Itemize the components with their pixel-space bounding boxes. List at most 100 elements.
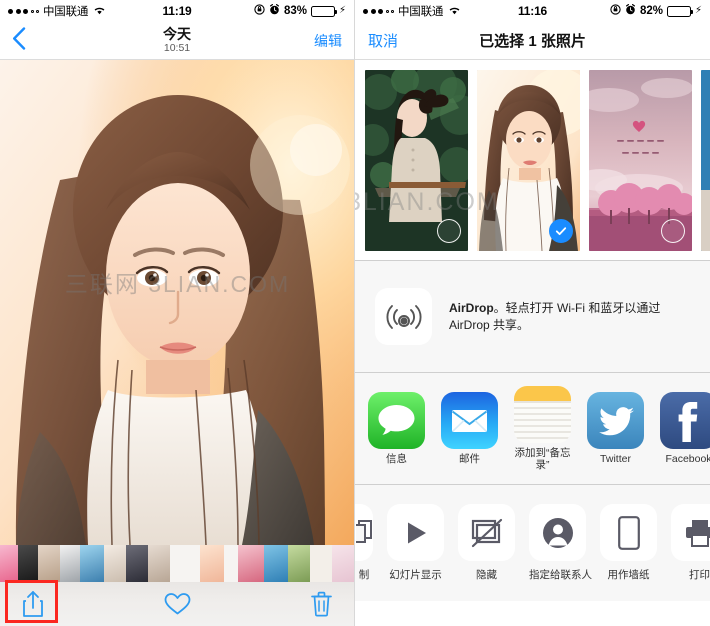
dual-phone-screenshot: 中国联通 11:19 83% ⚡ 今天 10:51 编辑 三联网 3LIAN.C… [0,0,710,626]
right-status-bar: 中国联通 11:16 82% ⚡ [355,0,710,22]
page-title: 今天 [163,26,191,43]
share-sheet-nav-bar: 取消 已选择 1 张照片 [355,22,710,60]
share-target-label: 信息 [386,452,407,465]
alarm-clock-icon [269,3,280,18]
status-bar-right: 83% ⚡ [254,3,346,18]
action-label: 指定给联系人 [529,569,592,581]
share-sheet-title: 已选择 1 张照片 [479,33,586,50]
battery-percent-label: 82% [639,5,663,17]
carrier-name: 中国联通 [43,6,89,18]
photo-filmstrip[interactable] [0,545,354,582]
main-photo-viewer[interactable]: 三联网 3LIAN.COM [0,60,354,545]
printer-icon [671,504,710,561]
filmstrip-thumb [104,545,126,582]
alarm-clock-icon [625,3,636,18]
carrier-name: 中国联通 [398,6,444,18]
selected-photos-strip[interactable]: 3LIAN.COM [355,60,710,261]
notes-icon [514,385,571,443]
filmstrip-thumb [148,545,170,582]
thumb-artwork-partial [701,69,710,251]
lightning-bolt-icon: ⚡ [694,5,702,16]
twitter-icon [587,391,644,449]
action-slideshow[interactable]: 幻灯片显示 [387,504,444,582]
share-target-twitter[interactable]: Twitter [587,391,644,466]
selection-checkmark-selected[interactable] [549,218,573,243]
photo-thumbnail-partial[interactable] [701,69,710,251]
wifi-icon [448,5,461,18]
filmstrip-thumb [60,545,80,582]
filmstrip-thumb [310,545,332,582]
status-bar-right: 82% ⚡ [610,3,702,18]
filmstrip-thumb [18,545,38,582]
selection-circle-unselected[interactable] [661,218,685,243]
trash-icon[interactable] [311,591,332,617]
action-assign-contact[interactable]: 指定给联系人 [529,504,592,582]
left-phone-panel: 中国联通 11:19 83% ⚡ 今天 10:51 编辑 三联网 3LIAN.C… [0,0,355,626]
share-upload-icon[interactable] [22,590,44,618]
photo-toolbar [0,582,354,626]
edit-button[interactable]: 编辑 [314,31,342,51]
action-print[interactable]: 打印 [671,504,710,582]
selection-circle-unselected[interactable] [437,218,461,243]
filmstrip-thumb [170,545,200,582]
hide-slash-icon [458,504,515,561]
filmstrip-thumb [288,545,310,582]
photo-thumbnail[interactable] [589,69,692,251]
slideshow-play-icon [387,504,444,561]
share-target-facebook[interactable]: Facebook [660,391,710,466]
left-status-bar: 中国联通 11:19 83% ⚡ [0,0,354,22]
photo-thumbnail[interactable] [477,69,580,251]
cancel-button[interactable]: 取消 [368,30,398,51]
filmstrip-thumb [224,545,238,582]
status-bar-left: 中国联通 [8,3,106,19]
airdrop-description: AirDrop。轻点打开 Wi-Fi 和蓝牙以通过 AirDrop 共享。 [449,300,690,332]
facebook-icon [660,391,710,449]
signal-strength-dots [8,8,39,14]
battery-icon [310,5,338,17]
filmstrip-thumb [38,545,60,582]
rotation-lock-icon [254,4,265,18]
lightning-bolt-icon: ⚡ [338,5,346,16]
battery-icon [666,5,694,17]
action-copy[interactable]: 制 [355,504,373,582]
rotation-lock-icon [610,4,621,18]
share-target-messages[interactable]: 信息 [368,391,425,466]
copy-icon [355,504,373,561]
action-label: 幻灯片显示 [389,569,442,581]
filmstrip-thumb [126,545,148,582]
share-app-row[interactable]: 信息 邮件 添加到“备忘录” Twitter Facebook [355,373,710,485]
nav-title-block: 今天 10:51 [0,26,354,55]
heart-icon[interactable] [164,592,191,616]
page-subtitle: 10:51 [163,42,191,55]
action-label: 用作墙纸 [607,569,650,581]
share-target-label: Facebook [665,452,710,465]
filmstrip-thumb [200,545,224,582]
share-target-label: Twitter [600,452,631,465]
action-label: 隐藏 [476,569,497,581]
filmstrip-thumb [80,545,104,582]
airdrop-section[interactable]: AirDrop。轻点打开 Wi-Fi 和蓝牙以通过 AirDrop 共享。 [355,261,710,373]
share-target-label: 邮件 [459,452,480,465]
airdrop-icon [375,288,432,345]
back-chevron-icon[interactable] [12,27,26,54]
action-label: 打印 [689,569,710,581]
share-target-mail[interactable]: 邮件 [441,391,498,466]
filmstrip-thumb [0,545,18,582]
wifi-icon [93,5,106,18]
filmstrip-thumb [238,545,264,582]
battery-percent-label: 83% [283,5,307,17]
share-target-label: 添加到“备忘录” [514,446,571,471]
filmstrip-thumb [264,545,288,582]
action-use-as-wallpaper[interactable]: 用作墙纸 [600,504,657,582]
share-action-row[interactable]: 制 幻灯片显示 隐藏 指定给联系人 用作墙纸 打印 [355,485,710,601]
mail-icon [441,391,498,449]
status-bar-left: 中国联通 [363,3,461,19]
photo-thumbnail[interactable] [365,69,468,251]
action-hide[interactable]: 隐藏 [458,504,515,582]
filmstrip-thumb [332,545,354,582]
share-target-notes[interactable]: 添加到“备忘录” [514,385,571,472]
photo-artwork [0,60,354,545]
assign-contact-icon [529,504,586,561]
signal-strength-dots [363,8,394,14]
airdrop-label: AirDrop [449,301,494,316]
